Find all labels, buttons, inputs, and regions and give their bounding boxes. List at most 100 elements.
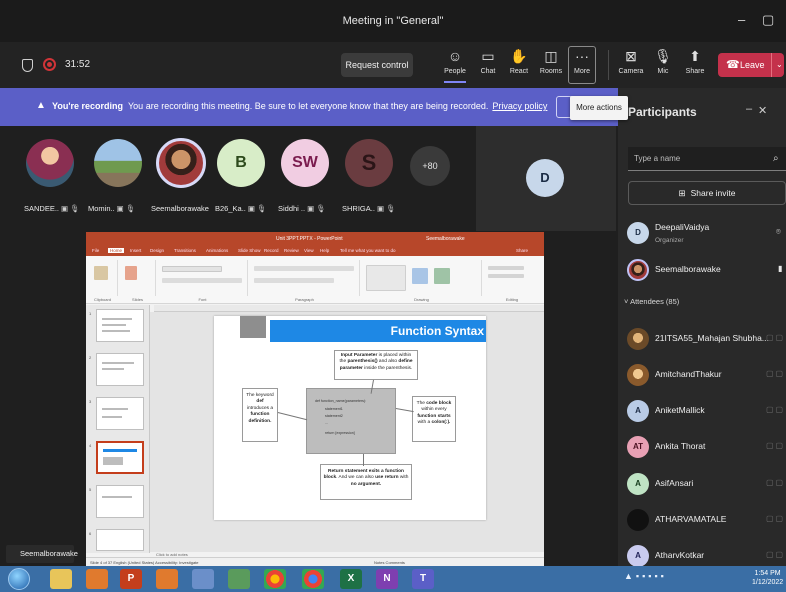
chat-icon: ▭	[481, 48, 495, 64]
file-explorer-icon[interactable]	[50, 569, 72, 589]
avatar-photo[interactable]	[94, 139, 142, 187]
arrange-icon	[412, 268, 428, 284]
mic-button[interactable]: 🎙 Mic	[649, 47, 677, 83]
slide[interactable]: Function Syntax Input Parameter is place…	[214, 316, 486, 520]
participant-row[interactable]: AT Ankita Thorat ▢▢	[618, 429, 786, 465]
ppt-tab: Animations	[206, 248, 229, 253]
avatar-photo	[627, 259, 649, 281]
paste-icon	[94, 266, 108, 280]
maximize-button[interactable]: ▢	[762, 12, 774, 28]
start-button[interactable]	[8, 568, 30, 590]
participant-search-input[interactable]: Type a name ⌕	[628, 147, 786, 171]
firefox-icon[interactable]	[156, 569, 178, 589]
attendees-header[interactable]: ˅ Attendees (85)	[624, 297, 679, 306]
mic-icon: ▮	[778, 264, 785, 273]
ribbon-group: Drawing	[362, 260, 482, 302]
ribbon-group-label: Font	[198, 297, 207, 302]
excel-icon[interactable]: X	[340, 569, 362, 589]
participant-row[interactable]: 21ITSA55_Mahajan Shubha... ▢▢	[618, 321, 786, 357]
privacy-policy-link[interactable]: Privacy policy	[492, 101, 547, 111]
participant-row[interactable]: ATHARVAMATALE ▢▢	[618, 502, 786, 538]
people-button[interactable]: ☺ People	[441, 47, 469, 83]
paragraph-icons	[254, 266, 354, 271]
ribbon-group-label: Clipboard	[93, 297, 112, 302]
thumb-number: 5	[89, 487, 92, 492]
participant-name: ATHARVAMATALE	[655, 514, 727, 524]
avatar-initials: A	[627, 473, 649, 495]
participant-name: AniketMallick	[655, 405, 705, 415]
slide-thumbnail[interactable]	[96, 309, 144, 342]
avatar-initials[interactable]: B	[217, 139, 265, 187]
request-control-button[interactable]: Request control	[341, 53, 413, 77]
chat-button[interactable]: ▭ Chat	[474, 47, 502, 83]
slide-thumbnail-selected[interactable]	[96, 441, 144, 474]
phone-hangup-icon: ☎	[726, 59, 740, 71]
meeting-toolbar: 31:52 Request control ☺ People ▭ Chat ✋ …	[0, 42, 786, 88]
share-invite-button[interactable]: ⊞ Share invite	[628, 181, 786, 205]
chrome-icon[interactable]	[264, 569, 286, 589]
rooms-icon: ◫	[544, 48, 558, 64]
slide-thumbnail[interactable]	[96, 485, 144, 518]
avatar-initials: AT	[627, 436, 649, 458]
invite-icon: ⊞	[678, 188, 686, 198]
chrome-icon[interactable]	[302, 569, 324, 589]
share-button[interactable]: ⬆ Share	[681, 47, 709, 83]
video-strip: SANDEE.. ▣ 🎙 Momin.. ▣ 🎙 Seemalborawake B …	[0, 126, 476, 231]
minimize-button[interactable]: –	[738, 12, 745, 27]
app-icon[interactable]	[228, 569, 250, 589]
recording-banner-message: You are recording this meeting. Be sure …	[128, 101, 489, 111]
onenote-icon[interactable]: N	[376, 569, 398, 589]
participant-name: Momin.. ▣ 🎙	[88, 204, 136, 213]
ppt-tab-active: Home	[108, 248, 125, 253]
slide-thumbnail[interactable]	[96, 397, 144, 430]
teams-icon[interactable]: T	[412, 569, 434, 589]
ppt-title-bar: Unit 3PPT.PPTX - PowerPoint Seemalborawa…	[86, 232, 544, 246]
avatar-photo[interactable]	[26, 139, 74, 187]
avatar-photo-speaking[interactable]	[156, 138, 206, 188]
ppt-ribbon: Clipboard Slides Font Paragraph Drawing	[86, 256, 544, 304]
new-slide-icon	[125, 266, 137, 280]
ppt-ribbon-tabs: File Home Insert Design Transitions Anim…	[86, 246, 544, 256]
media-player-icon[interactable]	[86, 569, 108, 589]
participant-row[interactable]: A AniketMallick ▢▢	[618, 393, 786, 429]
ppt-ruler	[154, 305, 544, 312]
avatar-initials[interactable]: S	[345, 139, 393, 187]
react-button[interactable]: ✋ React	[505, 47, 533, 83]
clock[interactable]: 1:54 PM 1/12/2022	[752, 569, 783, 587]
code-line: statement1	[325, 407, 343, 411]
participant-row[interactable]: AmitchandThakur ▢▢	[618, 357, 786, 393]
camera-mic-icons: ▢▢	[766, 478, 786, 487]
participant-row[interactable]: Seemalborawake ▮	[618, 252, 786, 288]
participant-name: AtharvKotkar	[655, 550, 705, 560]
teams-meeting-window: Meeting in "General" – ▢ 31:52 Request c…	[0, 0, 786, 592]
participant-name: AmitchandThakur	[655, 369, 722, 379]
slide-thumbnail[interactable]	[96, 529, 144, 551]
app-icon[interactable]	[192, 569, 214, 589]
chevron-down-icon[interactable]: ⌄	[771, 53, 783, 77]
share-icon: ⬆	[689, 48, 701, 64]
more-participants-overflow[interactable]: +80	[410, 146, 450, 186]
panel-minimize-button[interactable]: –	[746, 103, 752, 115]
attendees-count: Attendees (85)	[630, 297, 680, 306]
people-label: People	[444, 68, 466, 75]
code-line: statement2	[325, 414, 343, 418]
powerpoint-icon[interactable]: P	[120, 569, 142, 589]
participant-row[interactable]: A AsifAnsari ▢▢	[618, 466, 786, 502]
replace-icon	[488, 274, 524, 278]
leave-button[interactable]: ☎ Leave ⌄	[718, 53, 784, 77]
system-tray-icons[interactable]: ▲▪▪▪▪▪	[624, 571, 667, 581]
video-tile[interactable]: D	[476, 126, 616, 231]
search-icon[interactable]: ⌕	[773, 147, 779, 171]
camera-button[interactable]: ⊠ Camera	[617, 47, 645, 83]
more-button[interactable]: ··· More	[568, 47, 596, 83]
rooms-button[interactable]: ◫ Rooms	[537, 47, 565, 83]
avatar-initials[interactable]: SW	[281, 139, 329, 187]
camera-mic-icons: ▢▢	[766, 333, 786, 342]
participant-row[interactable]: D DeepaliVaidya Organizer ⌾	[618, 215, 786, 251]
window-title: Meeting in "General"	[342, 15, 444, 27]
slide-thumbnail[interactable]	[96, 353, 144, 386]
camera-mic-icons: ▢▢	[766, 441, 786, 450]
close-icon[interactable]: ✕	[758, 104, 767, 117]
ppt-tab: Help	[320, 248, 330, 253]
callout-input-parameter: Input Parameter is placed within the par…	[334, 350, 418, 380]
